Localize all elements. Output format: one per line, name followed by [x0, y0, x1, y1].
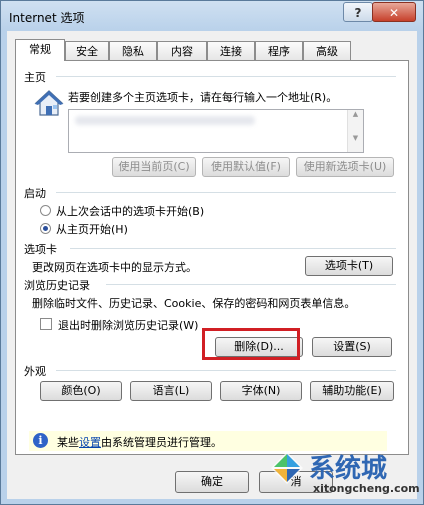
info-prefix: 某些 — [57, 436, 79, 449]
dialog-body: 常规 安全 隐私 内容 连接 程序 高级 主页 若要创建多个主页选项卡，请在每行… — [7, 31, 417, 499]
homepage-radio-label[interactable]: 从主页开始(H) — [56, 221, 128, 237]
accessibility-button[interactable]: 辅助功能(E) — [310, 381, 394, 401]
history-description: 删除临时文件、历史记录、Cookie、保存的密码和网页表单信息。 — [32, 297, 356, 310]
tab-privacy[interactable]: 隐私 — [109, 41, 157, 60]
startup-heading: 启动 — [24, 187, 46, 200]
divider — [106, 284, 396, 285]
homepage-url-textarea[interactable]: ▲ ▼ — [68, 109, 364, 153]
appearance-heading: 外观 — [24, 365, 46, 378]
tab-security[interactable]: 安全 — [65, 41, 109, 60]
divider — [56, 370, 396, 371]
tab-programs[interactable]: 程序 — [255, 41, 303, 60]
info-suffix: 由系统管理员进行管理。 — [101, 436, 222, 449]
history-settings-button[interactable]: 设置(S) — [312, 337, 392, 357]
fonts-button[interactable]: 字体(N) — [220, 381, 302, 401]
divider — [56, 76, 396, 77]
delete-button-highlight — [202, 328, 300, 360]
homepage-radio[interactable] — [40, 223, 51, 234]
url-scrollbar[interactable]: ▲ ▼ — [347, 110, 363, 152]
languages-button[interactable]: 语言(L) — [130, 381, 212, 401]
info-icon: i — [33, 433, 48, 448]
use-current-button[interactable]: 使用当前页(C) — [112, 157, 196, 177]
divider — [56, 192, 396, 193]
last-session-radio[interactable] — [40, 205, 51, 216]
tab-advanced[interactable]: 高级 — [303, 41, 351, 60]
info-settings-link[interactable]: 设置 — [79, 436, 101, 449]
help-button[interactable]: ? — [343, 2, 373, 22]
use-new-tab-button[interactable]: 使用新选项卡(U) — [296, 157, 394, 177]
general-tab-panel: 主页 若要创建多个主页选项卡，请在每行输入一个地址(R)。 ▲ ▼ 使用当前页(C… — [15, 60, 409, 455]
watermark-cn: 系统城 — [309, 454, 388, 484]
title-bar[interactable]: Internet 选项 ? ✕ — [1, 1, 424, 31]
internet-options-dialog: Internet 选项 ? ✕ 常规 安全 隐私 内容 连接 程序 高级 主页 … — [0, 0, 424, 505]
house-icon — [34, 90, 64, 116]
use-default-button[interactable]: 使用默认值(F) — [202, 157, 290, 177]
windows-logo-icon — [271, 452, 303, 484]
close-button[interactable]: ✕ — [372, 2, 416, 22]
colors-button[interactable]: 颜色(O) — [40, 381, 122, 401]
tab-connections[interactable]: 连接 — [207, 41, 255, 60]
watermark-en: xitongcheng.com — [313, 482, 420, 495]
last-session-label[interactable]: 从上次会话中的选项卡开始(B) — [56, 203, 204, 219]
divider — [70, 248, 396, 249]
window-title: Internet 选项 — [9, 11, 85, 25]
tab-general[interactable]: 常规 — [15, 39, 65, 61]
homepage-url-text — [75, 116, 255, 125]
watermark: 系统城 xitongcheng.com — [269, 444, 420, 504]
delete-on-exit-checkbox[interactable] — [40, 318, 52, 330]
tabs-heading: 选项卡 — [24, 243, 57, 256]
ok-button[interactable]: 确定 — [175, 471, 249, 493]
history-heading: 浏览历史记录 — [24, 279, 90, 292]
delete-on-exit-label[interactable]: 退出时删除浏览历史记录(W) — [58, 317, 198, 333]
homepage-hint: 若要创建多个主页选项卡，请在每行输入一个地址(R)。 — [68, 91, 338, 104]
homepage-heading: 主页 — [24, 71, 46, 84]
tab-content[interactable]: 内容 — [157, 41, 207, 60]
tabs-button[interactable]: 选项卡(T) — [305, 256, 393, 276]
tabs-description: 更改网页在选项卡中的显示方式。 — [32, 261, 197, 274]
info-text: 某些设置由系统管理员进行管理。 — [57, 434, 222, 450]
